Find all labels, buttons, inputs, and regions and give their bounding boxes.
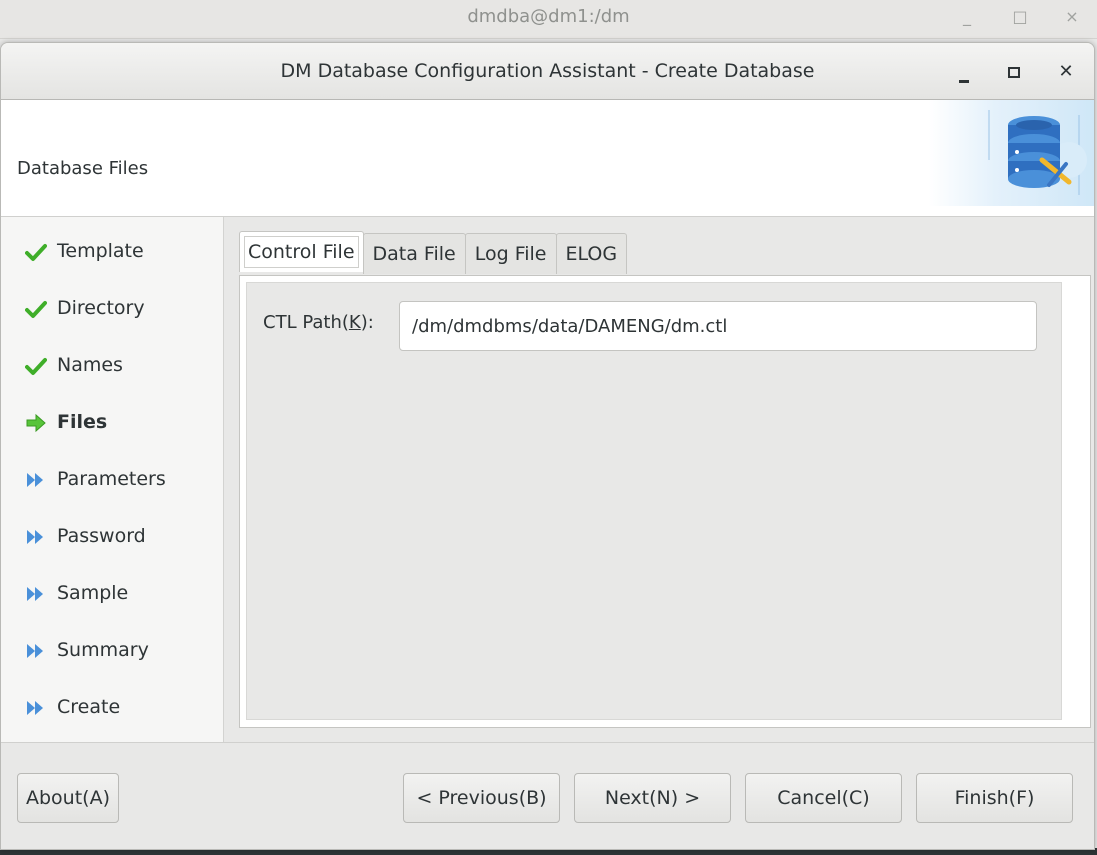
header-banner [929,100,1094,206]
double-chevron-icon [25,583,47,603]
sidebar-step-create: Create [25,692,120,722]
sidebar-step-label: Directory [57,297,145,319]
sidebar-step-directory: Directory [25,293,145,323]
double-chevron-icon [25,640,47,660]
background-minimize-button[interactable]: _ [955,6,979,28]
check-icon [25,355,47,375]
ctl-path-label: CTL Path(K): [263,312,374,333]
ctl-path-label-text: CTL Path( [263,312,349,333]
maximize-button[interactable] [1001,59,1027,85]
sidebar-step-label: Create [57,696,121,718]
finish-button[interactable]: Finish(F) [916,773,1073,823]
close-button[interactable]: ✕ [1053,59,1079,85]
control-file-group: CTL Path(K): [246,282,1062,720]
sidebar-step-label: Parameters [57,468,166,490]
sidebar-step-label: Summary [57,639,149,661]
double-chevron-icon [25,469,47,489]
background-close-button[interactable]: × [1060,6,1084,28]
sidebar-step-template: Template [25,236,144,266]
cancel-button[interactable]: Cancel(C) [745,773,902,823]
double-chevron-icon [25,526,47,546]
sidebar-step-summary: Summary [25,635,149,665]
background-maximize-button[interactable]: □ [1008,6,1032,28]
control-file-panel: CTL Path(K): [239,275,1091,728]
wizard-footer: About(A) < Previous(B) Next(N) > Cancel(… [1,742,1094,849]
wizard-header: Database Files [1,100,1094,217]
sidebar-step-label: Template [57,240,144,262]
close-icon: ✕ [1058,61,1074,82]
sidebar-step-files: Files [25,407,107,437]
maximize-icon [1008,67,1020,78]
tab-control-file[interactable]: Control File [239,231,364,272]
double-chevron-icon [25,697,47,717]
sidebar-step-label: Sample [57,582,129,604]
tab-data-file-label: Data File [372,243,456,265]
tab-elog-label: ELOG [565,243,618,265]
sidebar-step-label: Files [57,411,108,433]
ctl-path-label-suffix: ): [360,312,374,333]
sidebar-step-names: Names [25,350,123,380]
sidebar-step-label: Names [57,354,123,376]
page-title: Database Files [17,158,149,179]
dialog-titlebar: DM Database Configuration Assistant - Cr… [1,43,1094,100]
tab-log-file-label: Log File [474,243,547,265]
sidebar-step-label: Password [57,525,146,547]
ctl-path-input[interactable] [399,301,1037,351]
sidebar-step-parameters: Parameters [25,464,166,494]
ctl-path-mnemonic: K [348,312,361,333]
database-logo-icon [988,110,1087,195]
background-window-titlebar: dmdba@dm1:/dm _ □ × [0,0,1097,39]
arrow-right-icon [25,412,47,433]
tab-log-file[interactable]: Log File [464,233,557,274]
minimize-button[interactable] [951,59,977,85]
next-button[interactable]: Next(N) > [574,773,731,823]
create-database-dialog: DM Database Configuration Assistant - Cr… [0,42,1095,850]
tab-elog[interactable]: ELOG [555,233,628,274]
minimize-icon [959,80,969,83]
tab-data-file[interactable]: Data File [362,233,466,274]
files-content: Control File Data File Log File ELOG CTL… [239,231,1091,728]
dialog-title: DM Database Configuration Assistant - Cr… [280,60,815,82]
wizard-steps-sidebar: Template Directory Names Files Parameters Pas… [1,217,224,742]
check-icon [25,241,47,261]
background-window-title: dmdba@dm1:/dm [467,6,630,27]
sidebar-step-sample: Sample [25,578,128,608]
check-icon [25,298,47,318]
previous-button[interactable]: < Previous(B) [403,773,560,823]
tab-control-file-label: Control File [244,236,359,268]
file-tabs: Control File Data File Log File ELOG [239,231,628,276]
about-button[interactable]: About(A) [17,773,119,823]
sidebar-step-password: Password [25,521,146,551]
